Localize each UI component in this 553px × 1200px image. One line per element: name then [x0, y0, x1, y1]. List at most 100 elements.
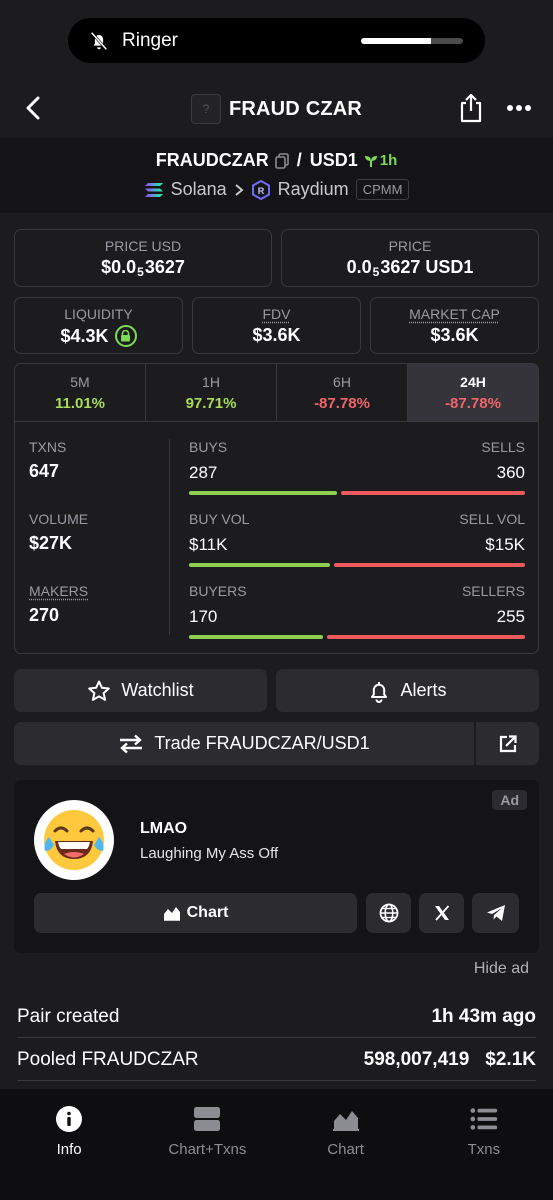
- list-icon: [470, 1105, 498, 1133]
- buyers-bar: [189, 635, 324, 639]
- tab-6h-change: -87.78%: [314, 395, 370, 412]
- copy-icon[interactable]: [274, 152, 289, 169]
- ringer-volume-bar: [361, 38, 463, 44]
- makers-value: 270: [29, 605, 60, 625]
- buyers-sellers-row: BUYERS SELLERS 170 255: [189, 583, 525, 653]
- token-logo-placeholder: ?: [190, 94, 221, 124]
- volume-split-row: BUY VOL SELL VOL $11K $15K: [189, 511, 525, 583]
- tab-6h-label: 6H: [333, 374, 351, 390]
- volume-value: $27K: [29, 533, 73, 553]
- hide-ad-link[interactable]: Hide ad: [474, 960, 529, 978]
- quote-token: USD1: [309, 150, 358, 170]
- ad-x-button[interactable]: [419, 893, 464, 933]
- sell-vol-label: SELL VOL: [459, 511, 525, 527]
- external-trade-button[interactable]: [476, 722, 539, 765]
- price-usd-label: PRICE USD: [104, 238, 182, 254]
- pool-type-badge: CPMM: [355, 179, 410, 200]
- watchlist-button[interactable]: Watchlist: [14, 669, 267, 712]
- summary-metrics: TXNS 647 VOLUME $27K MAKERS 270: [29, 439, 169, 653]
- more-options-icon[interactable]: [506, 104, 532, 112]
- ad-card: Ad LMAO Laughing My Ass Off Chart: [14, 780, 539, 953]
- pair-created-value: 1h 43m ago: [431, 1005, 536, 1027]
- tab-5m[interactable]: 5M 11.01%: [15, 364, 146, 421]
- volume-split-bar: [189, 563, 525, 567]
- tab-24h-label: 24H: [460, 374, 486, 390]
- lock-icon[interactable]: [114, 325, 137, 347]
- nav-chart-txns[interactable]: Chart+Txns: [138, 1089, 276, 1200]
- globe-icon: [379, 903, 398, 923]
- buy-sell-breakdown: BUYS SELLS 287 360 BUY VOL SELL VOL $11K…: [189, 439, 525, 653]
- share-icon[interactable]: [458, 92, 484, 124]
- trade-label: Trade FRAUDCZAR/USD1: [154, 733, 370, 753]
- liquidity-value: $4.3K: [60, 325, 109, 346]
- top-bar: ? FRAUD CZAR: [0, 82, 553, 136]
- sellers-value: 255: [496, 607, 525, 626]
- alerts-label: Alerts: [400, 680, 447, 700]
- liquidity-label: LIQUIDITY: [64, 306, 133, 322]
- tab-1h[interactable]: 1H 97.71%: [146, 364, 277, 421]
- txns-label: TXNS: [29, 439, 67, 455]
- external-link-icon: [499, 734, 517, 752]
- nav-txns[interactable]: Txns: [415, 1089, 553, 1200]
- price-native-value: 0.053627 USD1: [346, 257, 474, 279]
- nav-chart[interactable]: Chart: [277, 1089, 415, 1200]
- ringer-notification: Ringer: [68, 18, 485, 63]
- ad-website-button[interactable]: [366, 893, 411, 933]
- makers-label: MAKERS: [29, 583, 89, 599]
- liquidity-value-row: $4.3K: [15, 325, 182, 347]
- ad-badge: Ad: [492, 790, 527, 810]
- price-native-label: PRICE: [388, 238, 432, 254]
- ad-telegram-button[interactable]: [472, 893, 519, 933]
- timeframe-tabs: 5M 11.01% 1H 97.71% 6H -87.78% 24H -87.7…: [15, 364, 538, 422]
- ad-title[interactable]: LMAO: [140, 820, 187, 838]
- makers-metric: MAKERS 270: [29, 583, 169, 653]
- ad-avatar[interactable]: [34, 800, 114, 880]
- pair-separator: /: [296, 150, 302, 170]
- tab-6h[interactable]: 6H -87.78%: [277, 364, 408, 421]
- nav-info[interactable]: Info: [0, 1089, 138, 1200]
- tab-24h[interactable]: 24H -87.78%: [408, 364, 538, 421]
- trade-button[interactable]: Trade FRAUDCZAR/USD1: [14, 722, 474, 765]
- volume-metric: VOLUME $27K: [29, 511, 169, 583]
- laughing-emoji-icon: [44, 810, 104, 870]
- alerts-button[interactable]: Alerts: [276, 669, 539, 712]
- telegram-icon: [486, 905, 505, 921]
- dex-name[interactable]: Raydium: [278, 179, 349, 200]
- stats-divider: [169, 439, 170, 635]
- star-icon: [88, 680, 111, 701]
- price-usd-box: PRICE USD $0.053627: [14, 229, 272, 287]
- sell-vol-bar: [334, 563, 525, 567]
- base-token: FRAUDCZAR: [155, 150, 269, 170]
- bottom-nav: Info Chart+Txns Chart Txns: [0, 1089, 553, 1200]
- buy-vol-label: BUY VOL: [189, 511, 250, 527]
- pair-created-row: Pair created 1h 43m ago: [17, 996, 536, 1038]
- buy-vol-value: $11K: [189, 535, 228, 554]
- tab-5m-label: 5M: [70, 374, 90, 390]
- ad-chart-button[interactable]: Chart: [34, 893, 357, 933]
- sellers-bar: [327, 635, 525, 639]
- page-title: FRAUD CZAR: [228, 97, 363, 120]
- raydium-logo-icon[interactable]: R: [251, 179, 271, 200]
- volume-label: VOLUME: [29, 511, 89, 527]
- pair-age: 1h: [364, 152, 397, 169]
- buyers-sellers-bar: [189, 635, 525, 639]
- nav-txns-label: Txns: [467, 1141, 501, 1158]
- liquidity-box: LIQUIDITY $4.3K: [14, 297, 183, 354]
- sells-bar: [340, 491, 525, 495]
- fdv-label: FDV: [262, 306, 291, 322]
- buy-vol-bar: [189, 563, 331, 567]
- price-native-box: PRICE 0.053627 USD1: [281, 229, 539, 287]
- watchlist-label: Watchlist: [121, 680, 194, 700]
- market-cap-box: MARKET CAP $3.6K: [370, 297, 539, 354]
- swap-arrows-icon: [120, 734, 143, 753]
- buyers-value: 170: [189, 607, 218, 626]
- chain-name[interactable]: Solana: [171, 179, 227, 200]
- txns-value: 647: [29, 461, 60, 481]
- solana-logo-icon[interactable]: [144, 182, 164, 198]
- svg-text:R: R: [257, 186, 264, 196]
- chart-area-icon: [332, 1105, 360, 1133]
- sells-value: 360: [496, 463, 525, 482]
- pair-created-label: Pair created: [17, 1005, 120, 1027]
- split-view-icon: [193, 1105, 221, 1133]
- chain-dex-breadcrumb: Solana R Raydium CPMM: [0, 179, 553, 200]
